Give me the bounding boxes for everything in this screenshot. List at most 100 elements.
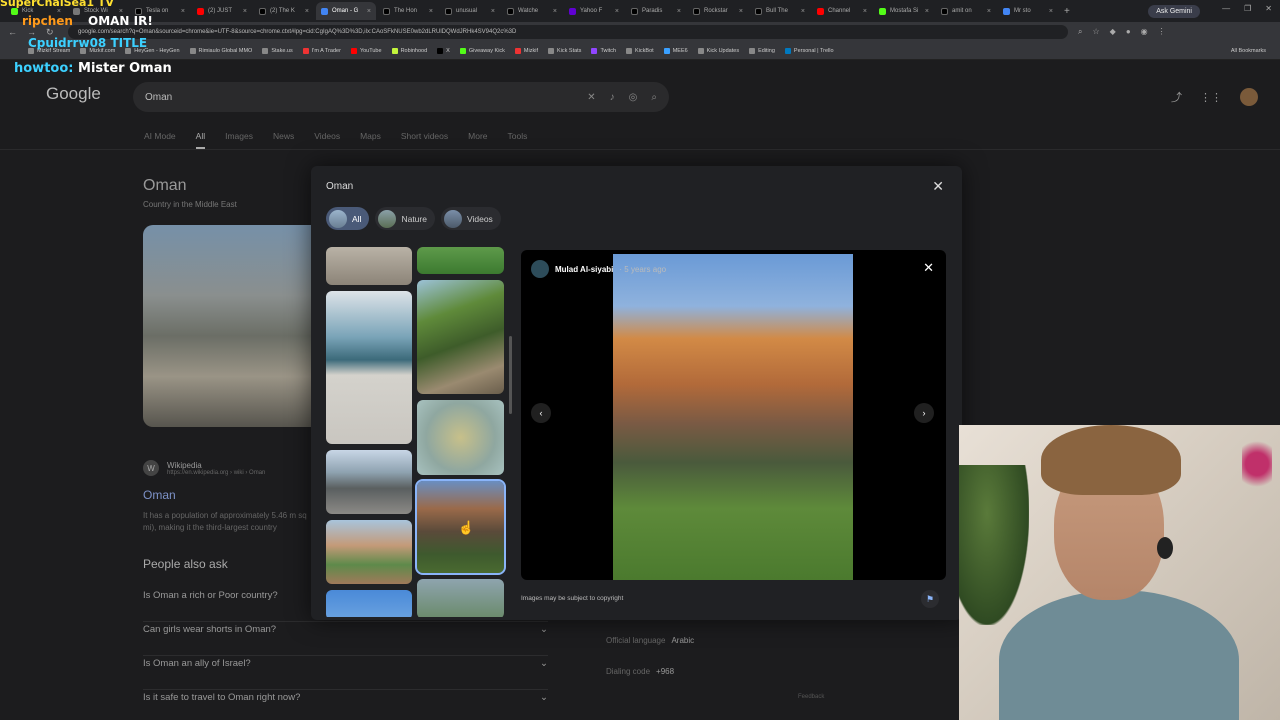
apps-grid-icon[interactable]: ⋮⋮ xyxy=(1200,91,1222,104)
ask-gemini-button[interactable]: Ask Gemini xyxy=(1148,4,1200,18)
browser-tab[interactable]: amit on × xyxy=(936,2,996,20)
image-thumbnail[interactable] xyxy=(417,400,504,475)
tab-all[interactable]: All xyxy=(195,131,206,149)
paa-question[interactable]: Can girls wear shorts in Oman? ⌄ xyxy=(143,622,548,656)
search-icon[interactable]: ⌕ xyxy=(651,92,657,103)
fact-value[interactable]: Arabic xyxy=(671,636,694,645)
bookmark-star-icon[interactable]: ☆ xyxy=(1092,27,1099,37)
image-thumbnail[interactable] xyxy=(326,291,412,444)
next-arrow-icon[interactable]: › xyxy=(914,403,934,423)
browser-tab[interactable]: Watche × xyxy=(502,2,562,20)
close-tab-icon[interactable]: × xyxy=(801,8,805,15)
browser-tab[interactable]: unusual × xyxy=(440,2,500,20)
image-thumbnail[interactable] xyxy=(326,520,412,584)
close-tab-icon[interactable]: × xyxy=(615,8,619,15)
tab-tools[interactable]: Tools xyxy=(508,131,528,149)
bookmark-item[interactable]: Twitch xyxy=(591,47,616,54)
close-tab-icon[interactable]: × xyxy=(429,8,433,15)
tab-ai-mode[interactable]: AI Mode xyxy=(144,131,176,149)
tab-maps[interactable]: Maps xyxy=(360,131,381,149)
chip-all[interactable]: All xyxy=(326,207,370,230)
back-icon[interactable]: ← xyxy=(8,27,17,38)
close-tab-icon[interactable]: × xyxy=(553,8,557,15)
google-logo[interactable]: Google xyxy=(46,84,101,104)
wiki-source[interactable]: W Wikipedia https://en.wikipedia.org › w… xyxy=(143,460,265,476)
bookmark-item[interactable]: Stake.us xyxy=(262,47,293,54)
preview-image[interactable] xyxy=(613,254,853,580)
tab-short-videos[interactable]: Short videos xyxy=(401,131,448,149)
close-tab-icon[interactable]: × xyxy=(181,8,185,15)
close-tab-icon[interactable]: × xyxy=(243,8,247,15)
close-tab-icon[interactable]: × xyxy=(863,8,867,15)
bookmark-item[interactable]: Giveaway Kick xyxy=(459,47,505,54)
close-preview-icon[interactable]: ✕ xyxy=(923,260,934,276)
bookmark-item[interactable]: KickBot xyxy=(626,47,654,54)
avatar[interactable] xyxy=(1240,88,1258,106)
close-tab-icon[interactable]: × xyxy=(1049,8,1053,15)
bookmark-item[interactable]: X xyxy=(437,47,450,54)
extension-icon[interactable]: ◆ xyxy=(1110,27,1116,37)
browser-tab[interactable]: Channel × xyxy=(812,2,872,20)
bookmark-item[interactable]: MEE6 xyxy=(663,47,688,54)
clear-icon[interactable]: ✕ xyxy=(587,92,595,103)
microphone-icon[interactable]: ♪ xyxy=(610,92,615,103)
bookmark-item[interactable]: Personal | Trello xyxy=(784,47,834,54)
paa-question[interactable]: Is Oman an ally of Israel? ⌄ xyxy=(143,656,548,690)
image-thumbnail[interactable] xyxy=(326,590,412,617)
paa-question[interactable]: Is it safe to travel to Oman right now? ⌄ xyxy=(143,690,548,720)
minimize-icon[interactable]: — xyxy=(1222,4,1230,13)
tab-more[interactable]: More xyxy=(468,131,487,149)
url-input[interactable]: google.com/search?q=Oman&sourceid=chrome… xyxy=(68,25,1068,39)
report-flag-icon[interactable]: ⚑ xyxy=(921,590,939,608)
maximize-icon[interactable]: ❐ xyxy=(1244,4,1251,13)
close-tab-icon[interactable]: × xyxy=(367,8,371,15)
close-icon[interactable]: ✕ xyxy=(932,178,944,195)
all-bookmarks-button[interactable]: All Bookmarks xyxy=(1231,48,1266,54)
image-thumbnail[interactable] xyxy=(417,579,504,617)
feedback-link[interactable]: Feedback xyxy=(798,694,824,700)
bookmark-item[interactable]: Mizkif xyxy=(514,47,538,54)
wiki-link[interactable]: Oman xyxy=(143,488,176,502)
bookmark-item[interactable]: Kick Updates xyxy=(697,47,739,54)
tab-news[interactable]: News xyxy=(273,131,294,149)
profile-icon[interactable]: ◉ xyxy=(1141,27,1148,37)
close-tab-icon[interactable]: × xyxy=(987,8,991,15)
close-tab-icon[interactable]: × xyxy=(739,8,743,15)
extension-icon[interactable]: ● xyxy=(1126,27,1131,37)
close-window-icon[interactable]: ✕ xyxy=(1265,4,1272,13)
browser-tab[interactable]: (2) JUST × xyxy=(192,2,252,20)
previous-arrow-icon[interactable]: ‹ xyxy=(531,403,551,423)
bookmark-item[interactable]: Kick Stats xyxy=(547,47,581,54)
image-thumbnail[interactable] xyxy=(417,280,504,394)
new-tab-button[interactable]: + xyxy=(1064,6,1070,17)
browser-tab-active[interactable]: Oman - G × xyxy=(316,2,376,20)
chip-nature[interactable]: Nature xyxy=(375,207,435,230)
bookmark-item[interactable]: Rimiaulo Global MMO xyxy=(189,47,252,54)
image-thumbnail[interactable] xyxy=(417,247,504,274)
close-tab-icon[interactable]: × xyxy=(305,8,309,15)
tab-videos[interactable]: Videos xyxy=(314,131,340,149)
share-icon[interactable]: ⤴ xyxy=(1171,89,1182,105)
close-tab-icon[interactable]: × xyxy=(677,8,681,15)
search-input[interactable]: Oman ✕ ♪ ◎ ⌕ xyxy=(133,82,669,112)
bookmark-item[interactable]: Editing xyxy=(749,47,775,54)
browser-tab[interactable]: Mr sto × xyxy=(998,2,1058,20)
knowledge-panel-image[interactable] xyxy=(143,225,318,427)
zoom-icon[interactable]: ⌕ xyxy=(1078,27,1082,37)
browser-tab[interactable]: Yahoo F × xyxy=(564,2,624,20)
browser-tab[interactable]: The Hon × xyxy=(378,2,438,20)
browser-tab[interactable]: Mostafa Si × xyxy=(874,2,934,20)
bookmark-item[interactable]: I'm A Trader xyxy=(302,47,341,54)
image-thumbnail[interactable] xyxy=(326,450,412,514)
grid-scrollbar[interactable] xyxy=(509,336,512,414)
image-author[interactable]: Mulad Al-siyabi · 5 years ago xyxy=(531,260,666,278)
tab-images[interactable]: Images xyxy=(225,131,253,149)
menu-icon[interactable]: ⋮ xyxy=(1158,27,1166,37)
bookmark-item[interactable]: YouTube xyxy=(350,47,382,54)
close-tab-icon[interactable]: × xyxy=(491,8,495,15)
image-thumbnail[interactable] xyxy=(326,247,412,285)
browser-tab[interactable]: (2) The K × xyxy=(254,2,314,20)
browser-tab[interactable]: Bull The × xyxy=(750,2,810,20)
bookmark-item[interactable]: Robinhood xyxy=(391,47,427,54)
chip-videos[interactable]: Videos xyxy=(440,207,501,230)
